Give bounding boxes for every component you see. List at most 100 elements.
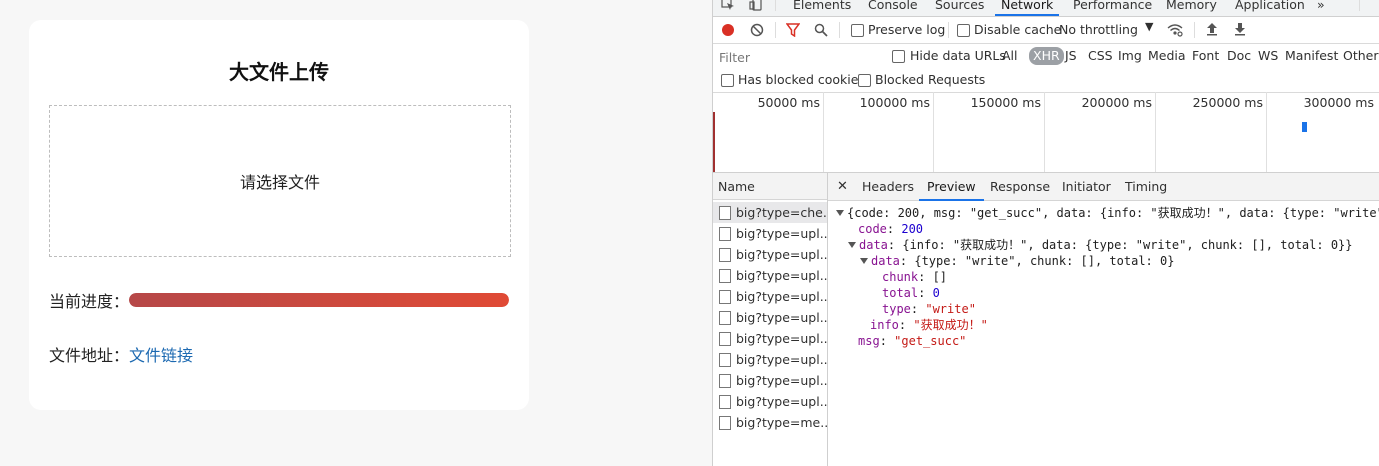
name-column-header[interactable]: Name [713, 173, 827, 200]
blocked-toolbar: Has blocked cookies Blocked Requests [713, 70, 1379, 93]
json-root-line[interactable]: {code: 200, msg: "get_succ", data: {info… [836, 205, 1379, 221]
timeline-tick-label: 150000 ms [970, 95, 1041, 110]
file-dropzone[interactable]: 请选择文件 [49, 105, 511, 257]
request-name: big?type=me... [736, 415, 827, 430]
json-total-line: total: 0 [882, 286, 940, 300]
device-toolbar-icon[interactable] [749, 0, 763, 11]
progress-row: 当前进度： [49, 288, 510, 312]
filter-icon[interactable] [786, 23, 800, 37]
devtools-tab-bar: Elements Console Sources Network Perform… [713, 0, 1379, 17]
expand-triangle-icon[interactable] [836, 210, 844, 216]
preserve-log-checkbox[interactable] [851, 24, 864, 37]
filter-type-img[interactable]: Img [1118, 48, 1142, 63]
request-row[interactable]: big?type=upl... [713, 370, 827, 391]
throttling-select[interactable]: No throttling [1059, 22, 1138, 37]
request-list: Name big?type=che... big?type=upl... big?t… [713, 173, 828, 466]
clear-icon[interactable] [750, 23, 764, 37]
document-icon [719, 269, 731, 283]
json-root-summary: {code: 200, msg: "get_succ", data: {info… [847, 206, 1379, 220]
json-data-line[interactable]: data: {info: "获取成功！", data: {type: "writ… [848, 237, 1353, 253]
toolbar-separator [775, 22, 776, 38]
close-detail-icon[interactable]: ✕ [837, 173, 848, 200]
request-row[interactable]: big?type=upl... [713, 286, 827, 307]
timeline-tick-label: 50000 ms [757, 95, 820, 110]
json-msg-line: msg: "get_succ" [858, 334, 967, 348]
json-info-line: info: "获取成功！" [870, 318, 988, 332]
filter-type-other[interactable]: Other [1343, 48, 1379, 63]
detail-tab-bar: ✕ Headers Preview Response Initiator Tim… [828, 173, 1379, 201]
file-link[interactable]: 文件链接 [129, 342, 193, 366]
json-code-line: code: 200 [858, 222, 924, 236]
network-timeline-overview[interactable]: 50000 ms 100000 ms 150000 ms 200000 ms 2… [713, 92, 1379, 173]
json-string: "write" [925, 302, 976, 316]
document-icon [719, 311, 731, 325]
more-tabs-button[interactable]: » [1317, 0, 1325, 15]
request-row[interactable]: big?type=upl... [713, 349, 827, 370]
json-number: 0 [932, 286, 940, 300]
json-inner-data-line[interactable]: data: {type: "write", chunk: [], total: … [860, 253, 1174, 269]
request-row[interactable]: big?type=me... [713, 412, 827, 433]
toolbar-separator [948, 22, 949, 38]
timeline-column: 100000 ms [823, 92, 934, 172]
tab-performance[interactable]: Performance [1073, 0, 1152, 15]
json-key: data [871, 254, 900, 268]
tab-elements[interactable]: Elements [793, 0, 851, 15]
timeline-column: 300000 ms [1267, 92, 1379, 172]
export-har-icon[interactable] [1234, 22, 1246, 36]
inspect-element-icon[interactable] [721, 0, 735, 11]
filter-type-manifest[interactable]: Manifest [1285, 48, 1338, 63]
request-row[interactable]: big?type=upl... [713, 391, 827, 412]
record-icon[interactable] [721, 23, 735, 37]
json-string: "获取成功！" [913, 318, 988, 332]
tab-timing[interactable]: Timing [1125, 173, 1167, 200]
filter-type-all[interactable]: All [1002, 48, 1018, 63]
blocked-requests-checkbox[interactable] [858, 74, 871, 87]
filter-type-css[interactable]: CSS [1088, 48, 1113, 63]
hide-data-urls-checkbox[interactable] [892, 50, 905, 63]
filter-input[interactable] [717, 48, 881, 66]
request-name: big?type=upl... [736, 331, 827, 346]
toolbar-separator [839, 22, 840, 38]
filter-type-ws[interactable]: WS [1258, 48, 1278, 63]
tab-application[interactable]: Application [1235, 0, 1305, 15]
request-name: big?type=upl... [736, 310, 827, 325]
document-icon [719, 374, 731, 388]
json-key: chunk [882, 270, 919, 284]
tab-initiator[interactable]: Initiator [1062, 173, 1111, 200]
expand-triangle-icon[interactable] [860, 258, 868, 264]
json-key: code [858, 222, 887, 236]
filter-type-media[interactable]: Media [1148, 48, 1186, 63]
tab-response[interactable]: Response [990, 173, 1050, 200]
has-blocked-cookies-checkbox[interactable] [721, 74, 734, 87]
import-har-icon[interactable] [1206, 22, 1218, 36]
file-address-row: 文件地址： 文件链接 [49, 342, 193, 366]
tab-network[interactable]: Network [994, 0, 1060, 16]
throttling-chevron-down-icon[interactable]: ▼ [1145, 20, 1153, 33]
document-icon [719, 248, 731, 262]
request-row[interactable]: big?type=upl... [713, 328, 827, 349]
tab-preview[interactable]: Preview [919, 173, 984, 201]
network-conditions-icon[interactable] [1167, 23, 1183, 37]
expand-triangle-icon[interactable] [848, 242, 856, 248]
json-key: type [882, 302, 911, 316]
tab-sources[interactable]: Sources [935, 0, 984, 15]
toolbar-separator [1194, 22, 1195, 38]
request-row[interactable]: big?type=che... [713, 202, 827, 223]
timeline-column: 200000 ms [1045, 92, 1156, 172]
filter-type-doc[interactable]: Doc [1227, 48, 1251, 63]
request-row[interactable]: big?type=upl... [713, 307, 827, 328]
search-icon[interactable] [814, 23, 828, 37]
filter-type-xhr[interactable]: XHR [1029, 47, 1064, 65]
request-row[interactable]: big?type=upl... [713, 223, 827, 244]
filter-type-font[interactable]: Font [1192, 48, 1219, 63]
request-name: big?type=upl... [736, 352, 827, 367]
disable-cache-checkbox[interactable] [957, 24, 970, 37]
document-icon [719, 395, 731, 409]
tab-memory[interactable]: Memory [1166, 0, 1217, 15]
tab-headers[interactable]: Headers [862, 173, 914, 200]
request-row[interactable]: big?type=upl... [713, 265, 827, 286]
filter-type-js[interactable]: JS [1065, 48, 1077, 63]
timeline-tick-label: 100000 ms [859, 95, 930, 110]
request-row[interactable]: big?type=upl... [713, 244, 827, 265]
tab-console[interactable]: Console [868, 0, 918, 15]
